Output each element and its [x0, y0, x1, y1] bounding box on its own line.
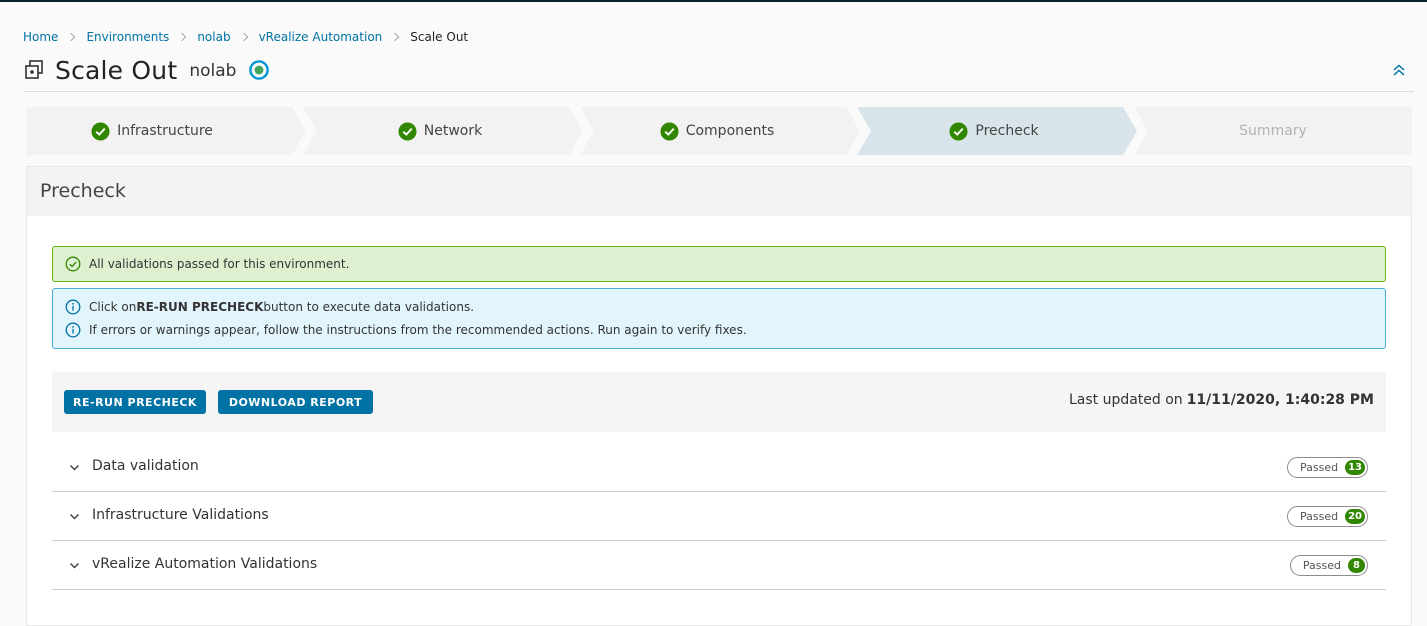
- step-label: Network: [423, 123, 483, 139]
- status-text: Passed: [1299, 510, 1339, 523]
- check-circle-icon: [398, 121, 417, 141]
- breadcrumb-separator-icon: [67, 32, 76, 42]
- success-alert-text: All validations passed for this environm…: [89, 257, 350, 271]
- environment-name: nolab: [189, 61, 237, 81]
- check-circle-icon: [91, 121, 110, 141]
- info-alert-text-prefix: Click on: [89, 300, 137, 314]
- info-alert-text-suffix: button to execute data validations.: [263, 300, 475, 314]
- status-count: 20: [1345, 509, 1365, 524]
- last-updated-label: Last updated on: [1068, 392, 1183, 408]
- panel-title: Precheck: [40, 180, 126, 202]
- accordion-data-validation[interactable]: Data validation Passed 13: [52, 443, 1386, 492]
- status-count: 8: [1348, 558, 1365, 573]
- step-precheck[interactable]: Precheck: [871, 107, 1117, 155]
- wizard-stepper: Infrastructure Network Components Preche…: [26, 107, 1412, 155]
- top-accent-bar: [0, 0, 1427, 2]
- status-count: 13: [1345, 460, 1365, 475]
- chevron-down-icon: [69, 513, 80, 520]
- breadcrumb-current: Scale Out: [410, 30, 469, 44]
- breadcrumb-separator-icon: [178, 32, 187, 42]
- info-circle-icon: [65, 299, 81, 315]
- check-circle-icon: [949, 121, 968, 141]
- last-updated: Last updated on 11/11/2020, 1:40:28 PM: [1069, 392, 1374, 408]
- info-alert-text-bold: RE-RUN PRECHECK: [136, 300, 264, 314]
- info-alert: Click on RE-RUN PRECHECK button to execu…: [52, 288, 1386, 349]
- chevron-down-icon: [69, 464, 80, 471]
- info-alert-line: If errors or warnings appear, follow the…: [65, 319, 747, 342]
- accordion-label: Infrastructure Validations: [92, 507, 269, 523]
- status-text: Passed: [1299, 461, 1339, 474]
- step-infrastructure[interactable]: Infrastructure: [26, 107, 278, 155]
- breadcrumb-separator-icon: [391, 32, 400, 42]
- breadcrumb-product[interactable]: vRealize Automation: [259, 30, 383, 44]
- info-alert-line: Click on RE-RUN PRECHECK button to execu…: [65, 296, 474, 319]
- panel-header: Precheck: [27, 167, 1411, 216]
- rerun-precheck-button[interactable]: RE-RUN PRECHECK: [64, 390, 206, 414]
- success-circle-icon: [65, 256, 81, 272]
- check-circle-icon: [660, 121, 679, 141]
- breadcrumb-environment[interactable]: nolab: [197, 30, 230, 44]
- breadcrumb-separator-icon: [239, 32, 248, 42]
- precheck-panel: Precheck All validations passed for this…: [26, 166, 1412, 626]
- step-components[interactable]: Components: [594, 107, 840, 155]
- step-summary[interactable]: Summary: [1148, 107, 1398, 155]
- step-network[interactable]: Network: [317, 107, 563, 155]
- page-header: Scale Out nolab: [23, 54, 270, 86]
- accordion-label: Data validation: [92, 458, 199, 474]
- status-badge: Passed 13: [1286, 457, 1368, 478]
- collapse-chevron-up-icon[interactable]: [1391, 62, 1407, 78]
- step-label: Summary: [1239, 123, 1307, 139]
- step-label: Precheck: [975, 123, 1039, 139]
- accordion-infrastructure-validations[interactable]: Infrastructure Validations Passed 20: [52, 492, 1386, 541]
- page-title: Scale Out: [55, 55, 178, 85]
- scale-out-icon: [25, 60, 43, 79]
- status-badge: Passed 20: [1286, 506, 1368, 527]
- breadcrumb-home[interactable]: Home: [23, 30, 58, 44]
- accordion-label: vRealize Automation Validations: [92, 556, 318, 572]
- info-circle-icon: [65, 322, 81, 338]
- info-alert-text: If errors or warnings appear, follow the…: [89, 323, 747, 337]
- environment-status-icon: [249, 60, 270, 80]
- status-badge: Passed 8: [1289, 555, 1368, 576]
- step-label: Components: [685, 123, 775, 139]
- status-text: Passed: [1302, 559, 1341, 572]
- accordion-vra-validations[interactable]: vRealize Automation Validations Passed 8: [52, 541, 1386, 590]
- header-divider: [23, 91, 1414, 92]
- step-label: Infrastructure: [117, 123, 213, 139]
- actions-bar: RE-RUN PRECHECK DOWNLOAD REPORT Last upd…: [52, 372, 1386, 432]
- breadcrumb: Home Environments nolab vRealize Automat…: [23, 29, 468, 45]
- breadcrumb-environments[interactable]: Environments: [86, 30, 169, 44]
- last-updated-timestamp: 11/11/2020, 1:40:28 PM: [1186, 392, 1374, 408]
- chevron-down-icon: [69, 562, 80, 569]
- success-alert: All validations passed for this environm…: [52, 246, 1386, 282]
- download-report-button[interactable]: DOWNLOAD REPORT: [218, 390, 373, 414]
